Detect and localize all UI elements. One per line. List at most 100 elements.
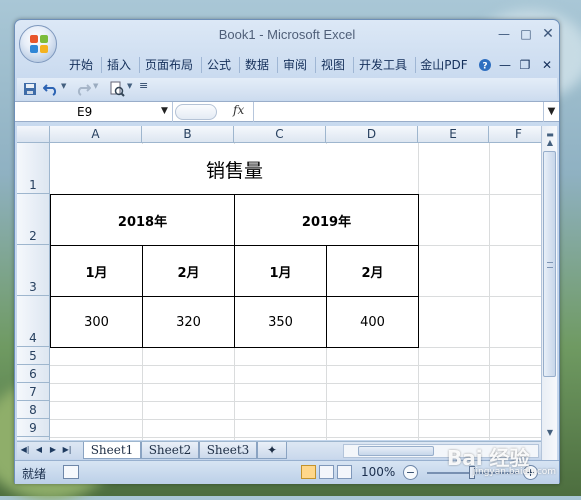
ribbon-close-icon[interactable]: ✕ [539,54,555,76]
ribbon-separator [101,57,102,73]
value-cell[interactable]: 320 [142,296,235,348]
customize-qat-icon[interactable]: ≡ [139,79,148,92]
ribbon-separator [415,57,416,73]
page-layout-view-icon[interactable] [319,465,334,479]
zoom-out-icon[interactable]: − [403,465,418,480]
month-cell[interactable]: 1月 [50,245,143,297]
normal-view-icon[interactable] [301,465,316,479]
svg-text:?: ? [482,62,487,72]
ribbon-minimize-icon[interactable]: — [497,54,513,76]
tab-home[interactable]: 开始 [65,54,97,76]
ribbon-separator [239,57,240,73]
sheet-tab-sheet1[interactable]: Sheet1 [83,442,141,459]
row-header-2[interactable]: 2 [17,194,50,245]
row-header-6[interactable]: 6 [17,365,50,383]
tab-page-layout[interactable]: 页面布局 [141,54,197,76]
sheet-tab-sheet2[interactable]: Sheet2 [141,442,199,459]
name-box-value: E9 [77,105,93,119]
tab-developer[interactable]: 开发工具 [355,54,411,76]
print-dropdown-icon[interactable]: ▼ [127,82,132,90]
ribbon-separator [315,57,316,73]
status-mode: 就绪 [22,467,47,481]
formula-bar: E9 ▼ fx ▼ [15,101,559,122]
name-box[interactable]: E9 ▼ [15,102,173,122]
save-icon[interactable] [23,82,37,96]
watermark-url: jingyan.baidu.com [473,467,557,477]
scroll-down-icon[interactable]: ▼ [543,426,557,440]
sales-title-cell[interactable]: 销售量 [51,144,418,194]
column-header-d[interactable]: D [326,126,418,143]
macro-record-icon[interactable] [63,465,79,479]
insert-sheet-icon[interactable]: ✦ [257,442,287,459]
first-sheet-icon[interactable]: ◀| [19,443,31,457]
column-header-e[interactable]: E [418,126,489,143]
value-cell[interactable]: 300 [50,296,143,348]
next-sheet-icon[interactable]: ▶ [47,443,59,457]
column-header-a[interactable]: A [50,126,142,143]
tab-view[interactable]: 视图 [317,54,349,76]
row-header-5[interactable]: 5 [17,347,50,365]
window-title: Book1 - Microsoft Excel [218,27,356,42]
close-button[interactable]: ✕ [537,25,559,43]
title-bar: Book1 - Microsoft Excel — □ ✕ [15,20,559,48]
value-cell[interactable]: 400 [326,296,419,348]
select-all-corner[interactable] [17,126,50,143]
month-cell[interactable]: 2月 [142,245,235,297]
page-break-view-icon[interactable] [337,465,352,479]
value-cell[interactable]: 350 [234,296,327,348]
row-header-8[interactable]: 8 [17,401,50,419]
column-header-c[interactable]: C [234,126,326,143]
ribbon-tabs: 开始 插入 页面布局 公式 数据 审阅 视图 开发工具 金山PDF ? — ❐ … [65,54,559,76]
name-box-dropdown-icon[interactable]: ▼ [161,106,168,116]
undo-icon[interactable] [43,82,59,96]
ribbon-separator [353,57,354,73]
zoom-level[interactable]: 100% [361,465,395,479]
print-preview-icon[interactable] [109,81,125,97]
year-2018-cell[interactable]: 2018年 [50,194,235,246]
worksheet-grid[interactable]: A B C D E F 1 2 3 4 5 6 7 8 9 10 销售量 201… [17,126,541,440]
vertical-scrollbar[interactable]: ▬ ▲ ▼ [541,126,557,460]
redo-dropdown-icon[interactable]: ▼ [93,82,98,90]
ribbon-restore-icon[interactable]: ❐ [517,54,533,76]
last-sheet-icon[interactable]: ▶| [61,443,73,457]
quick-access-toolbar: ▼ ▼ ▼ ≡ [17,78,557,100]
undo-dropdown-icon[interactable]: ▼ [61,82,66,90]
help-icon[interactable]: ? [477,54,493,76]
year-2019-cell[interactable]: 2019年 [234,194,419,246]
ribbon-separator [277,57,278,73]
formula-tools: fx [175,103,251,121]
scroll-up-icon[interactable]: ▲ [543,136,557,150]
column-header-b[interactable]: B [142,126,234,143]
tab-review[interactable]: 审阅 [279,54,311,76]
row-header-10[interactable]: 10 [17,437,50,440]
gridline [50,383,541,384]
office-button[interactable] [19,25,57,63]
insert-function-icon[interactable]: fx [233,103,244,117]
month-cell[interactable]: 2月 [326,245,419,297]
row-header-4[interactable]: 4 [17,296,50,347]
ribbon-separator [139,57,140,73]
formula-cancel-enter[interactable] [175,104,217,120]
tab-wps-pdf[interactable]: 金山PDF [417,54,471,76]
tab-formulas[interactable]: 公式 [203,54,235,76]
tab-insert[interactable]: 插入 [103,54,135,76]
baidu-watermark: Bai 经验 jingyan.baidu.com [447,442,556,477]
sheet-tab-sheet3[interactable]: Sheet3 [199,442,257,459]
minimize-button[interactable]: — [493,25,515,43]
row-header-9[interactable]: 9 [17,419,50,437]
row-header-3[interactable]: 3 [17,245,50,296]
vertical-scroll-thumb[interactable] [543,151,556,377]
row-header-1[interactable]: 1 [17,143,50,194]
gridline [489,143,490,440]
gridline [50,419,541,420]
restore-button[interactable]: □ [515,25,537,43]
month-cell[interactable]: 1月 [234,245,327,297]
horizontal-scroll-thumb[interactable] [358,446,434,456]
redo-icon[interactable] [75,82,91,96]
tab-data[interactable]: 数据 [241,54,273,76]
prev-sheet-icon[interactable]: ◀ [33,443,45,457]
column-header-f[interactable]: F [489,126,541,143]
row-header-7[interactable]: 7 [17,383,50,401]
formula-input[interactable] [253,102,543,122]
expand-formula-bar-icon[interactable]: ▼ [543,102,559,122]
